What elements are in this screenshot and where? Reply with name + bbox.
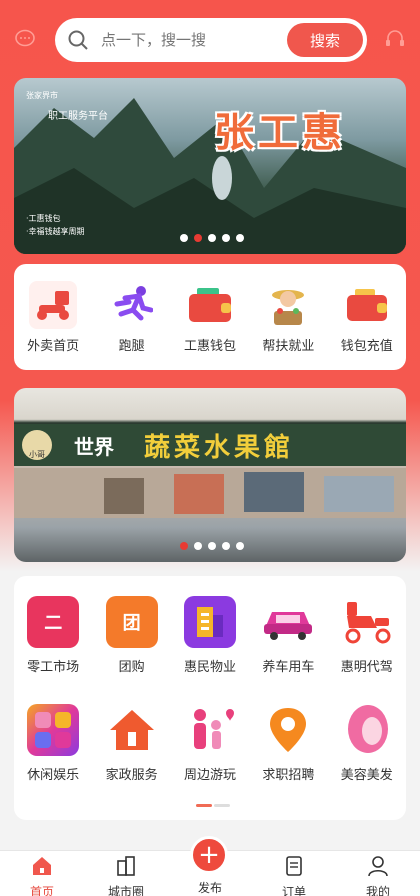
carousel-dot[interactable] [222, 542, 230, 550]
tab-orders[interactable]: 订单 [259, 851, 329, 896]
scooter-driver-icon [340, 596, 393, 648]
quick-item-recharge[interactable]: 钱包充值 [331, 281, 403, 354]
tab-label: 订单 [281, 885, 306, 896]
carousel-dot[interactable] [236, 542, 244, 550]
banner-brand: 张家界市 [26, 91, 58, 100]
home-icon [33, 857, 51, 875]
beauty-icon [340, 704, 393, 756]
carousel-dot[interactable] [208, 234, 216, 242]
publish-button[interactable]: + [190, 836, 228, 874]
carousel-dot[interactable] [236, 234, 244, 242]
banner-tag: ·工惠钱包 [26, 214, 61, 223]
quick-item-employment[interactable]: 帮扶就业 [252, 281, 324, 354]
carousel-dot-active[interactable] [180, 542, 188, 550]
quick-item-label: 外卖首页 [27, 338, 80, 354]
service-label: 团购 [118, 660, 145, 675]
top-bar: 搜索 [0, 16, 420, 64]
carousel-dots [180, 234, 244, 242]
service-label: 惠明代驾 [340, 660, 393, 675]
quick-item-label: 工惠钱包 [183, 338, 236, 354]
user-icon [368, 856, 388, 877]
quick-item-errand[interactable]: 跑腿 [96, 281, 168, 354]
tab-label: 发布 [197, 881, 222, 895]
tab-mine[interactable]: 我的 [343, 851, 413, 896]
quick-item-label: 钱包充值 [340, 338, 393, 354]
services-grid: 二 零工市场 团 团购 惠民物业 养车用车 惠明代驾 休闲娱乐 家政服务 周边游… [14, 576, 406, 820]
tab-city-circle[interactable]: 城市圈 [91, 851, 161, 896]
store-banner[interactable]: 小哥 世界 蔬菜水果館 [14, 388, 406, 562]
service-beauty[interactable]: 美容美发 [329, 704, 405, 783]
family-icon [183, 704, 236, 756]
service-leisure[interactable]: 休闲娱乐 [15, 704, 91, 783]
banner-tag: ·幸福钱越享周期 [26, 227, 85, 236]
service-housekeeping[interactable]: 家政服务 [94, 704, 170, 783]
service-label: 家政服务 [105, 768, 158, 783]
service-label: 惠民物业 [183, 660, 236, 675]
leisure-icon [27, 704, 80, 756]
service-designated-driver[interactable]: 惠明代驾 [329, 596, 405, 675]
service-label: 零工市场 [27, 660, 80, 675]
wallet-recharge-icon [343, 281, 391, 329]
carousel-dot[interactable] [208, 542, 216, 550]
quick-item-label: 跑腿 [118, 338, 145, 354]
service-group-buy[interactable]: 团 团购 [94, 596, 170, 675]
search-input[interactable] [101, 31, 281, 49]
headset-icon[interactable] [384, 28, 406, 50]
clipboard-icon: 二 [27, 596, 80, 648]
service-label: 养车用车 [262, 660, 315, 675]
search-bar[interactable]: 搜索 [55, 18, 367, 62]
carousel-dot-active[interactable] [194, 234, 202, 242]
carousel-dot[interactable] [222, 234, 230, 242]
service-jobs[interactable]: 求职招聘 [250, 704, 326, 783]
service-odd-jobs[interactable]: 二 零工市场 [15, 596, 91, 675]
store-logo: 小哥 [22, 430, 52, 460]
order-icon [286, 856, 302, 876]
service-property[interactable]: 惠民物业 [172, 596, 248, 675]
service-car[interactable]: 养车用车 [250, 596, 326, 675]
service-label: 美容美发 [340, 768, 393, 783]
carousel-dot[interactable] [180, 234, 188, 242]
search-button[interactable]: 搜索 [287, 23, 363, 57]
building-icon [183, 596, 236, 648]
tab-label: 我的 [365, 885, 390, 896]
services-pager [196, 804, 230, 807]
store-sign: 小哥 世界 蔬菜水果館 [14, 424, 406, 466]
tab-label: 首页 [29, 885, 54, 896]
car-icon [262, 596, 315, 648]
shopping-bag-icon: 团 [105, 596, 158, 648]
store-name-2: 蔬菜水果館 [144, 432, 295, 463]
banner-platform: 职工服务平台 [48, 111, 108, 122]
scooter-icon [29, 280, 78, 329]
storefront-image [14, 468, 406, 518]
quick-item-takeaway[interactable]: 外卖首页 [17, 280, 89, 354]
runner-icon [108, 281, 156, 329]
banner-title: 张工惠 [214, 110, 346, 156]
farmer-icon [264, 281, 312, 329]
quick-item-wallet[interactable]: 工惠钱包 [174, 281, 246, 354]
service-label: 休闲娱乐 [27, 768, 80, 783]
search-icon [68, 30, 88, 50]
tab-home[interactable]: 首页 [7, 851, 77, 896]
quick-item-label: 帮扶就业 [262, 338, 315, 354]
quick-actions: 外卖首页 跑腿 工惠钱包 帮扶就业 钱包充值 [14, 264, 406, 370]
chat-icon[interactable] [14, 28, 36, 50]
tab-label: 城市圈 [107, 885, 144, 896]
city-icon [117, 856, 135, 876]
promo-banner[interactable]: 张家界市 职工服务平台 张工惠 ·工惠钱包 ·幸福钱越享周期 [14, 78, 406, 254]
location-pin-icon [262, 704, 315, 756]
store-name-1: 世界 [74, 434, 114, 459]
carousel-dot[interactable] [194, 542, 202, 550]
service-label: 周边游玩 [183, 768, 236, 783]
carousel-dots [180, 542, 244, 550]
house-broom-icon [105, 704, 158, 756]
service-label: 求职招聘 [262, 768, 315, 783]
wallet-icon [186, 281, 234, 329]
service-nearby-travel[interactable]: 周边游玩 [172, 704, 248, 783]
